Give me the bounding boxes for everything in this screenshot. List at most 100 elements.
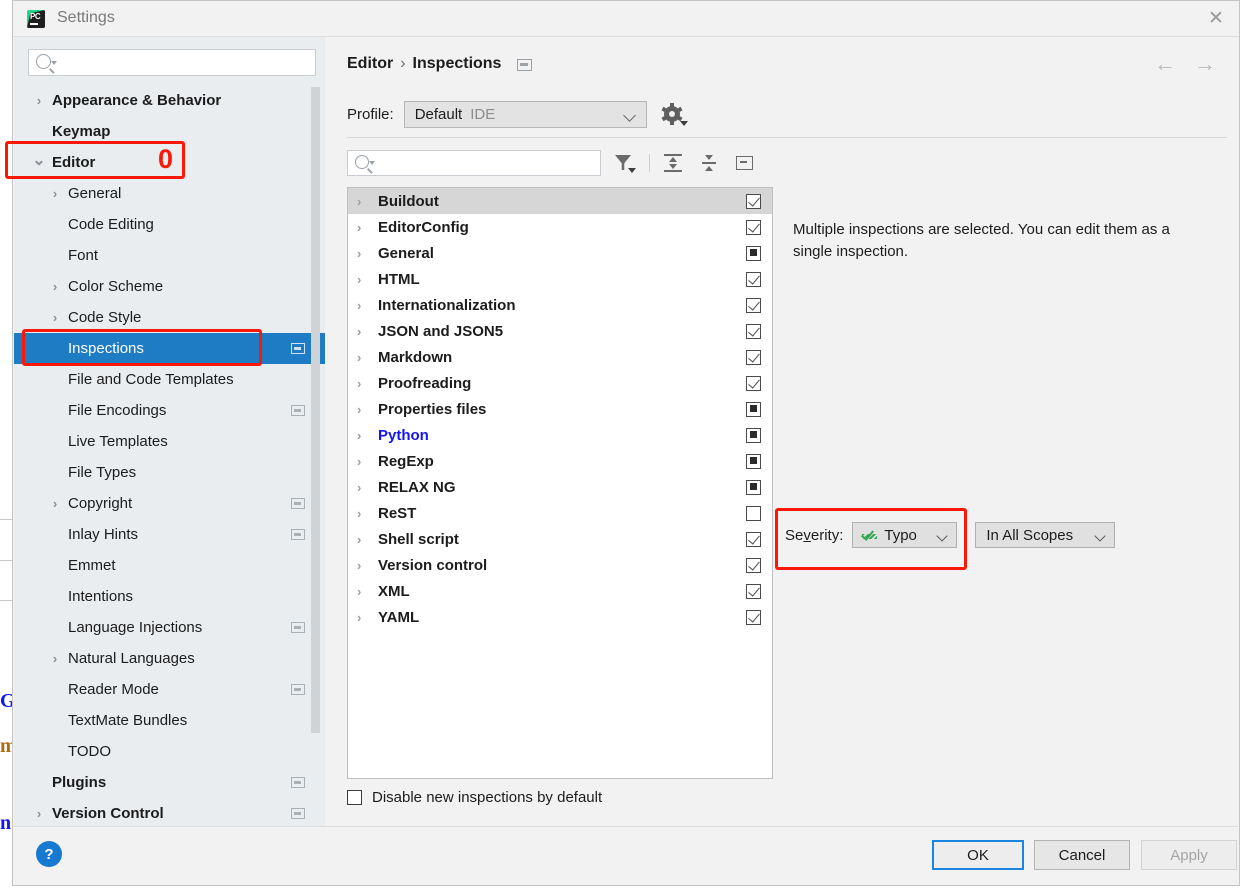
inspection-row[interactable]: › YAML [348, 604, 772, 630]
arrow-left-icon[interactable]: ← [1154, 53, 1176, 75]
inspections-list[interactable]: › Buildout › EditorConfig › General › HTML › Inte… [347, 187, 773, 779]
inspection-row[interactable]: › JSON and JSON5 [348, 318, 772, 344]
inspection-checkbox[interactable] [746, 505, 761, 521]
chevron-right-icon[interactable]: › [357, 610, 361, 625]
cancel-button[interactable]: Cancel [1034, 840, 1130, 870]
chevron-right-icon[interactable]: › [357, 584, 361, 599]
chevron-right-icon[interactable]: › [357, 298, 361, 313]
expand-all-icon[interactable] [660, 151, 686, 175]
collapse-all-icon[interactable] [696, 151, 722, 175]
chevron-right-icon[interactable]: › [48, 496, 62, 511]
inspection-row[interactable]: › XML [348, 578, 772, 604]
scope-select[interactable]: In All Scopes [975, 522, 1116, 548]
chevron-right-icon[interactable]: › [48, 310, 62, 325]
inspection-checkbox[interactable] [746, 479, 761, 495]
filter-icon[interactable] [611, 151, 637, 175]
sidebar-item-language-injections[interactable]: Language Injections [14, 612, 325, 643]
sidebar-item-intentions[interactable]: Intentions [14, 581, 325, 612]
sidebar-item-version-control[interactable]: › Version Control [14, 798, 325, 829]
chevron-right-icon[interactable]: › [357, 376, 361, 391]
severity-select[interactable]: Typo [852, 522, 958, 548]
profile-select[interactable]: Default IDE [403, 101, 647, 128]
inspection-row[interactable]: › HTML [348, 266, 772, 292]
apply-button[interactable]: Apply [1141, 840, 1237, 870]
sidebar-item-file-types[interactable]: File Types [14, 457, 325, 488]
sidebar-item-font[interactable]: Font [14, 240, 325, 271]
inspection-row[interactable]: › Shell script [348, 526, 772, 552]
inspection-checkbox[interactable] [746, 531, 761, 547]
chevron-right-icon[interactable]: › [357, 194, 361, 209]
inspection-checkbox[interactable] [746, 297, 761, 313]
inspection-search-input[interactable] [347, 150, 601, 176]
sidebar-item-inspections[interactable]: Inspections [14, 333, 325, 364]
chevron-right-icon[interactable]: › [357, 558, 361, 573]
disable-new-inspections-row[interactable]: Disable new inspections by default [347, 789, 602, 806]
arrow-right-icon[interactable]: → [1194, 53, 1216, 75]
inspection-checkbox[interactable] [746, 401, 761, 417]
chevron-right-icon[interactable]: › [357, 350, 361, 365]
inspection-row[interactable]: › ReST [348, 500, 772, 526]
inspection-checkbox[interactable] [746, 375, 761, 391]
sidebar-scrollbar[interactable] [311, 87, 320, 733]
inspection-checkbox[interactable] [746, 583, 761, 599]
sidebar-item-emmet[interactable]: Emmet [14, 550, 325, 581]
chevron-down-icon[interactable]: ⌄ [32, 150, 46, 170]
breadcrumb-parent[interactable]: Editor [347, 55, 393, 72]
sidebar-item-reader-mode[interactable]: Reader Mode [14, 674, 325, 705]
inspection-row[interactable]: › Markdown [348, 344, 772, 370]
inspection-row[interactable]: › Proofreading [348, 370, 772, 396]
sidebar-item-textmate-bundles[interactable]: TextMate Bundles [14, 705, 325, 736]
chevron-right-icon[interactable]: › [357, 506, 361, 521]
chevron-right-icon[interactable]: › [357, 324, 361, 339]
sidebar-item-plugins[interactable]: Plugins [14, 767, 325, 798]
sidebar-item-color-scheme[interactable]: › Color Scheme [14, 271, 325, 302]
inspection-checkbox[interactable] [746, 609, 761, 625]
chevron-right-icon[interactable]: › [32, 93, 46, 108]
sidebar-item-code-editing[interactable]: Code Editing [14, 209, 325, 240]
chevron-right-icon[interactable]: › [48, 279, 62, 294]
sidebar-item-keymap[interactable]: Keymap [14, 116, 325, 147]
help-icon[interactable]: ? [36, 841, 62, 867]
inspection-checkbox[interactable] [746, 193, 761, 209]
inspection-checkbox[interactable] [746, 427, 761, 443]
sidebar-item-file-encodings[interactable]: File Encodings [14, 395, 325, 426]
inspection-row[interactable]: › RELAX NG [348, 474, 772, 500]
inspection-row[interactable]: › Buildout [348, 188, 772, 214]
sidebar-item-inlay-hints[interactable]: Inlay Hints [14, 519, 325, 550]
inspection-checkbox[interactable] [746, 349, 761, 365]
inspection-checkbox[interactable] [746, 245, 761, 261]
inspection-row[interactable]: › Version control [348, 552, 772, 578]
chevron-right-icon[interactable]: › [32, 806, 46, 821]
sidebar-item-appearance-behavior[interactable]: › Appearance & Behavior [14, 85, 325, 116]
ok-button[interactable]: OK [932, 840, 1024, 870]
sidebar-item-general[interactable]: › General [14, 178, 325, 209]
chevron-right-icon[interactable]: › [357, 220, 361, 235]
sidebar-search-input[interactable] [28, 49, 316, 76]
chevron-right-icon[interactable]: › [48, 651, 62, 666]
inspection-row[interactable]: › Python [348, 422, 772, 448]
sidebar-item-live-templates[interactable]: Live Templates [14, 426, 325, 457]
show-panel-icon[interactable] [732, 151, 758, 175]
sidebar-item-natural-languages[interactable]: › Natural Languages [14, 643, 325, 674]
chevron-right-icon[interactable]: › [357, 454, 361, 469]
sidebar-item-code-style[interactable]: › Code Style [14, 302, 325, 333]
sidebar-item-copyright[interactable]: › Copyright [14, 488, 325, 519]
chevron-right-icon[interactable]: › [357, 402, 361, 417]
inspection-row[interactable]: › Properties files [348, 396, 772, 422]
gear-icon[interactable] [661, 102, 688, 126]
chevron-right-icon[interactable]: › [357, 272, 361, 287]
inspection-checkbox[interactable] [746, 323, 761, 339]
inspection-row[interactable]: › RegExp [348, 448, 772, 474]
inspection-row[interactable]: › General [348, 240, 772, 266]
close-icon[interactable]: ✕ [1193, 1, 1239, 36]
inspection-row[interactable]: › EditorConfig [348, 214, 772, 240]
chevron-right-icon[interactable]: › [357, 532, 361, 547]
inspection-checkbox[interactable] [746, 271, 761, 287]
sidebar-item-file-and-code-templates[interactable]: File and Code Templates [14, 364, 325, 395]
sidebar-item-editor[interactable]: ⌄ Editor [14, 147, 325, 178]
chevron-right-icon[interactable]: › [357, 246, 361, 261]
chevron-right-icon[interactable]: › [357, 480, 361, 495]
inspection-checkbox[interactable] [746, 219, 761, 235]
inspection-checkbox[interactable] [746, 557, 761, 573]
inspection-checkbox[interactable] [746, 453, 761, 469]
